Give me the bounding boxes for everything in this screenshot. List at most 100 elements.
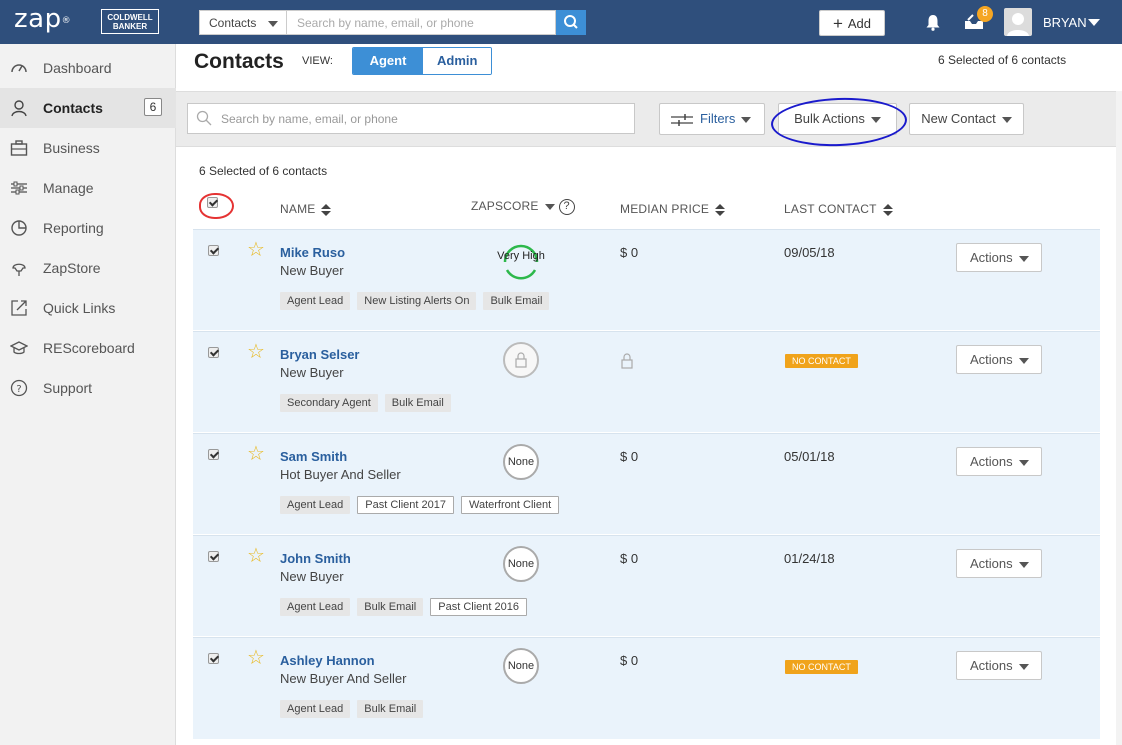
- contacts-search-input[interactable]: Search by name, email, or phone: [187, 103, 635, 134]
- avatar[interactable]: [1004, 8, 1032, 36]
- scrollbar[interactable]: [1116, 91, 1122, 745]
- contact-name-link[interactable]: Mike Ruso: [280, 245, 345, 260]
- new-contact-button[interactable]: New Contact: [909, 103, 1024, 135]
- last-contact-date: 09/05/18: [784, 245, 835, 260]
- sidebar-item-reporting[interactable]: Reporting: [0, 208, 176, 248]
- tag-list: Agent Lead New Listing Alerts On Bulk Em…: [280, 292, 550, 310]
- contacts-count-badge: 6: [144, 98, 162, 116]
- global-search-button[interactable]: [556, 10, 586, 35]
- column-header-name[interactable]: NAME: [280, 202, 332, 216]
- pie-chart-icon: [11, 220, 27, 236]
- filters-button[interactable]: Filters: [659, 103, 765, 135]
- zap-logo[interactable]: zap®: [14, 4, 71, 34]
- selection-summary: 6 Selected of 6 contacts: [938, 53, 1067, 67]
- column-header-last-contact[interactable]: LAST CONTACT: [784, 202, 893, 216]
- table-row[interactable]: ☆ Sam Smith Hot Buyer And Seller Agent L…: [193, 433, 1100, 534]
- row-actions-button[interactable]: Actions: [956, 447, 1042, 476]
- external-link-icon: [11, 300, 27, 316]
- row-actions-button[interactable]: Actions: [956, 549, 1042, 578]
- row-checkbox[interactable]: [208, 449, 219, 460]
- help-icon[interactable]: ?: [558, 199, 575, 215]
- row-checkbox[interactable]: [208, 653, 219, 664]
- tag-list: Agent Lead Bulk Email: [280, 700, 424, 718]
- contact-name-link[interactable]: Sam Smith: [280, 449, 347, 464]
- zapscore-very-high: Very High: [493, 240, 549, 280]
- sidebar-item-zapstore[interactable]: ZapStore: [0, 248, 176, 288]
- annotation-red-circle: [199, 193, 234, 219]
- user-menu-name[interactable]: BRYAN: [1043, 15, 1087, 30]
- speedometer-icon: [11, 64, 27, 73]
- last-contact-date: 01/24/18: [784, 551, 835, 566]
- sidebar-item-contacts[interactable]: Contacts 6: [0, 88, 176, 128]
- contact-name-link[interactable]: Bryan Selser: [280, 347, 360, 362]
- row-actions-button[interactable]: Actions: [956, 345, 1042, 374]
- chevron-down-icon: [1018, 255, 1029, 262]
- sidebar-item-support[interactable]: ? Support: [0, 368, 176, 408]
- sidebar-item-business[interactable]: Business: [0, 128, 176, 168]
- sidebar-item-quick-links[interactable]: Quick Links: [0, 288, 176, 328]
- page-title: Contacts: [194, 50, 284, 73]
- global-search-input[interactable]: Search by name, email, or phone: [287, 10, 556, 35]
- no-contact-badge: NO CONTACT: [785, 660, 858, 674]
- median-price: $ 0: [620, 653, 639, 668]
- star-icon[interactable]: ☆: [247, 648, 265, 668]
- tag-list: Secondary Agent Bulk Email: [280, 394, 451, 412]
- column-header-zapscore[interactable]: ZAPSCORE?: [471, 199, 575, 215]
- median-price: $ 0: [620, 449, 639, 464]
- sidebar-item-manage[interactable]: Manage: [0, 168, 176, 208]
- row-checkbox[interactable]: [208, 551, 219, 562]
- bell-icon[interactable]: [925, 14, 941, 31]
- add-button[interactable]: + Add: [819, 10, 885, 36]
- contact-type: New Buyer: [280, 365, 344, 380]
- median-price: $ 0: [620, 245, 639, 260]
- plus-icon: +: [832, 14, 843, 33]
- star-icon[interactable]: ☆: [247, 546, 265, 566]
- median-price: $ 0: [620, 551, 639, 566]
- chevron-down-icon: [1001, 116, 1012, 123]
- tag: Bulk Email: [357, 598, 424, 616]
- tag: Agent Lead: [280, 292, 351, 310]
- notification-count-badge: 8: [977, 6, 993, 22]
- chevron-down-icon: [544, 204, 555, 210]
- tag: Agent Lead: [280, 496, 351, 514]
- tag: Past Client 2017: [357, 496, 454, 514]
- sidebar-item-dashboard[interactable]: Dashboard: [0, 48, 176, 88]
- table-row[interactable]: ☆ Bryan Selser New Buyer Secondary Agent…: [193, 331, 1100, 432]
- contact-type: New Buyer: [280, 263, 344, 278]
- table-row[interactable]: ☆ John Smith New Buyer Agent Lead Bulk E…: [193, 535, 1100, 636]
- contact-name-link[interactable]: John Smith: [280, 551, 351, 566]
- view-toggle: Agent Admin: [352, 47, 492, 75]
- view-admin-button[interactable]: Admin: [423, 48, 491, 74]
- chevron-down-icon: [268, 21, 278, 27]
- tag: Agent Lead: [280, 598, 351, 616]
- tag: Agent Lead: [280, 700, 351, 718]
- tag-list: Agent Lead Past Client 2017 Waterfront C…: [280, 496, 560, 514]
- row-checkbox[interactable]: [208, 347, 219, 358]
- chevron-down-icon: [1018, 663, 1029, 670]
- chevron-down-icon: [1018, 357, 1029, 364]
- user-silhouette-icon: [1007, 13, 1029, 36]
- row-actions-button[interactable]: Actions: [956, 243, 1042, 272]
- sort-icon: [882, 203, 893, 216]
- tag: Bulk Email: [357, 700, 424, 718]
- table-row[interactable]: ☆ Mike Ruso New Buyer Agent Lead New Lis…: [193, 229, 1100, 330]
- contact-type: New Buyer: [280, 569, 344, 584]
- last-contact-date: 05/01/18: [784, 449, 835, 464]
- contact-name-link[interactable]: Ashley Hannon: [280, 653, 375, 668]
- chevron-down-icon: [1018, 459, 1029, 466]
- table-row[interactable]: ☆ Ashley Hannon New Buyer And Seller Age…: [193, 637, 1100, 739]
- star-icon[interactable]: ☆: [247, 444, 265, 464]
- sidebar-item-rescoreboard[interactable]: REScoreboard: [0, 328, 176, 368]
- column-header-median-price[interactable]: MEDIAN PRICE: [620, 202, 726, 216]
- star-icon[interactable]: ☆: [247, 342, 265, 362]
- tag: New Listing Alerts On: [357, 292, 477, 310]
- search-scope-select[interactable]: Contacts: [199, 10, 287, 35]
- row-checkbox[interactable]: [208, 245, 219, 256]
- tag: Past Client 2016: [430, 598, 527, 616]
- view-agent-button[interactable]: Agent: [353, 48, 423, 74]
- zapscore-none: None: [503, 648, 539, 684]
- star-icon[interactable]: ☆: [247, 240, 265, 260]
- row-actions-button[interactable]: Actions: [956, 651, 1042, 680]
- lock-icon: [515, 352, 527, 368]
- user-menu-chevron-icon[interactable]: [1088, 19, 1100, 26]
